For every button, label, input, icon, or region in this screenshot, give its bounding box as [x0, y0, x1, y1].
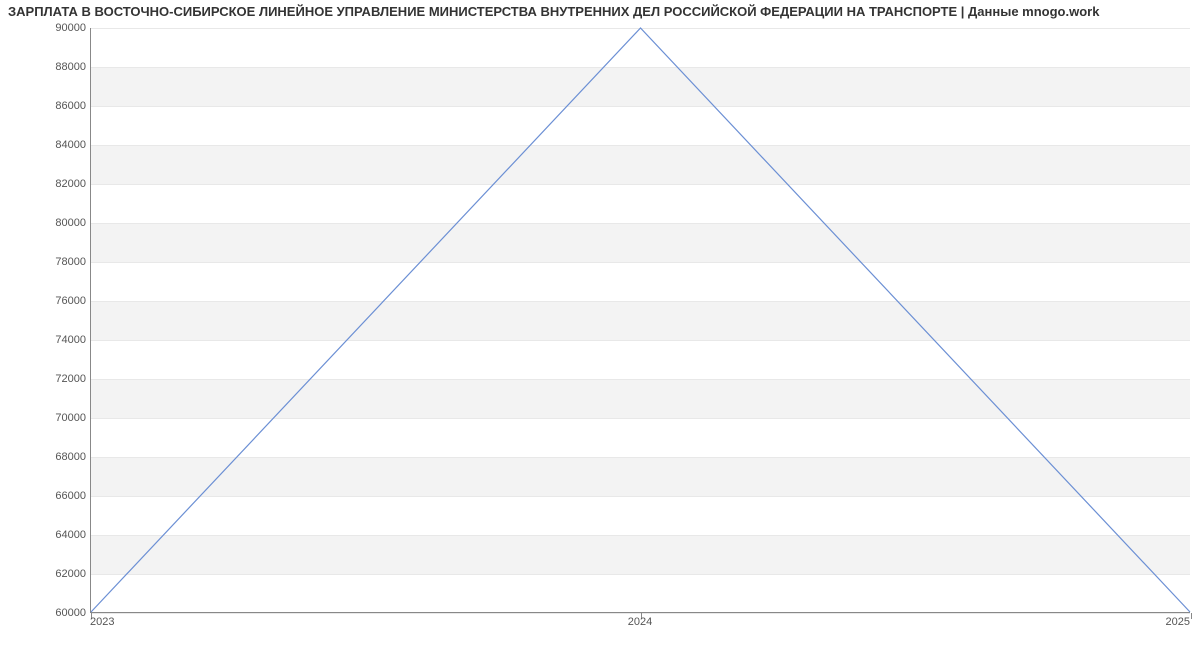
- chart-container: ЗАРПЛАТА В ВОСТОЧНО-СИБИРСКОЕ ЛИНЕЙНОЕ У…: [0, 0, 1200, 650]
- x-tick-label: 2024: [628, 616, 652, 628]
- y-tick-label: 82000: [6, 178, 86, 190]
- y-tick-label: 62000: [6, 568, 86, 580]
- line-layer: [91, 28, 1190, 612]
- y-tick-label: 86000: [6, 100, 86, 112]
- x-tick-label: 2025: [1166, 616, 1190, 628]
- x-tick-mark: [1191, 613, 1192, 619]
- y-tick-label: 74000: [6, 334, 86, 346]
- y-tick-label: 80000: [6, 217, 86, 229]
- y-tick-label: 64000: [6, 529, 86, 541]
- y-tick-label: 72000: [6, 373, 86, 385]
- y-tick-label: 68000: [6, 451, 86, 463]
- y-tick-label: 84000: [6, 139, 86, 151]
- series-line: [91, 28, 1190, 612]
- y-tick-label: 88000: [6, 61, 86, 73]
- y-tick-label: 70000: [6, 412, 86, 424]
- plot-area: [90, 28, 1190, 613]
- x-tick-label: 2023: [90, 616, 114, 628]
- y-tick-label: 90000: [6, 22, 86, 34]
- y-tick-label: 66000: [6, 490, 86, 502]
- y-tick-label: 76000: [6, 295, 86, 307]
- y-tick-label: 78000: [6, 256, 86, 268]
- y-tick-label: 60000: [6, 607, 86, 619]
- chart-title: ЗАРПЛАТА В ВОСТОЧНО-СИБИРСКОЕ ЛИНЕЙНОЕ У…: [8, 4, 1192, 19]
